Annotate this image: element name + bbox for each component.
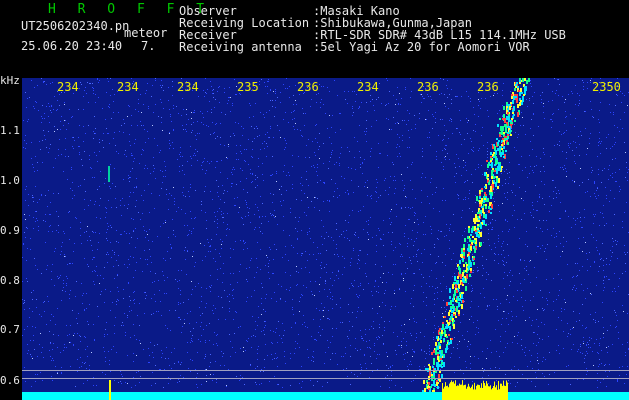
y-tick: 0.7: [0, 323, 20, 336]
y-tick: 0.9: [0, 224, 20, 237]
baseline-strip: [22, 392, 629, 400]
x-tick: 236: [417, 80, 439, 94]
small-trace: [108, 166, 110, 182]
header-panel: H R O F F T UT2506202340.pn meteor 25.06…: [0, 0, 629, 78]
x-tick: 235: [237, 80, 259, 94]
y-tick: 1.1: [0, 124, 20, 137]
x-tick: 2350: [592, 80, 621, 94]
y-tick: 1.0: [0, 174, 20, 187]
antenna-value: :5el Yagi Az 20 for Aomori VOR: [313, 40, 530, 54]
y-tick: 0.8: [0, 274, 20, 287]
x-tick: 236: [297, 80, 319, 94]
x-tick: 234: [57, 80, 79, 94]
spectrogram-canvas: [22, 78, 629, 400]
small-burst: [505, 386, 507, 400]
x-tick: 234: [357, 80, 379, 94]
datetime: 25.06.20 23:40: [21, 39, 123, 53]
y-tick: 0.6: [0, 374, 20, 387]
y-axis-unit: kHz: [0, 74, 20, 87]
count: 7.: [141, 39, 156, 53]
x-tick: 234: [177, 80, 199, 94]
spectrogram-plot: [22, 78, 629, 400]
small-burst: [109, 380, 111, 400]
marker-line: [22, 370, 629, 371]
x-tick: 236: [477, 80, 499, 94]
plot-background: [22, 78, 629, 400]
antenna-label: Receiving antenna: [179, 40, 302, 54]
marker-line: [22, 378, 629, 379]
filename: UT2506202340.pn: [21, 19, 130, 33]
x-tick: 234: [117, 80, 139, 94]
signal-burst: [442, 380, 508, 400]
